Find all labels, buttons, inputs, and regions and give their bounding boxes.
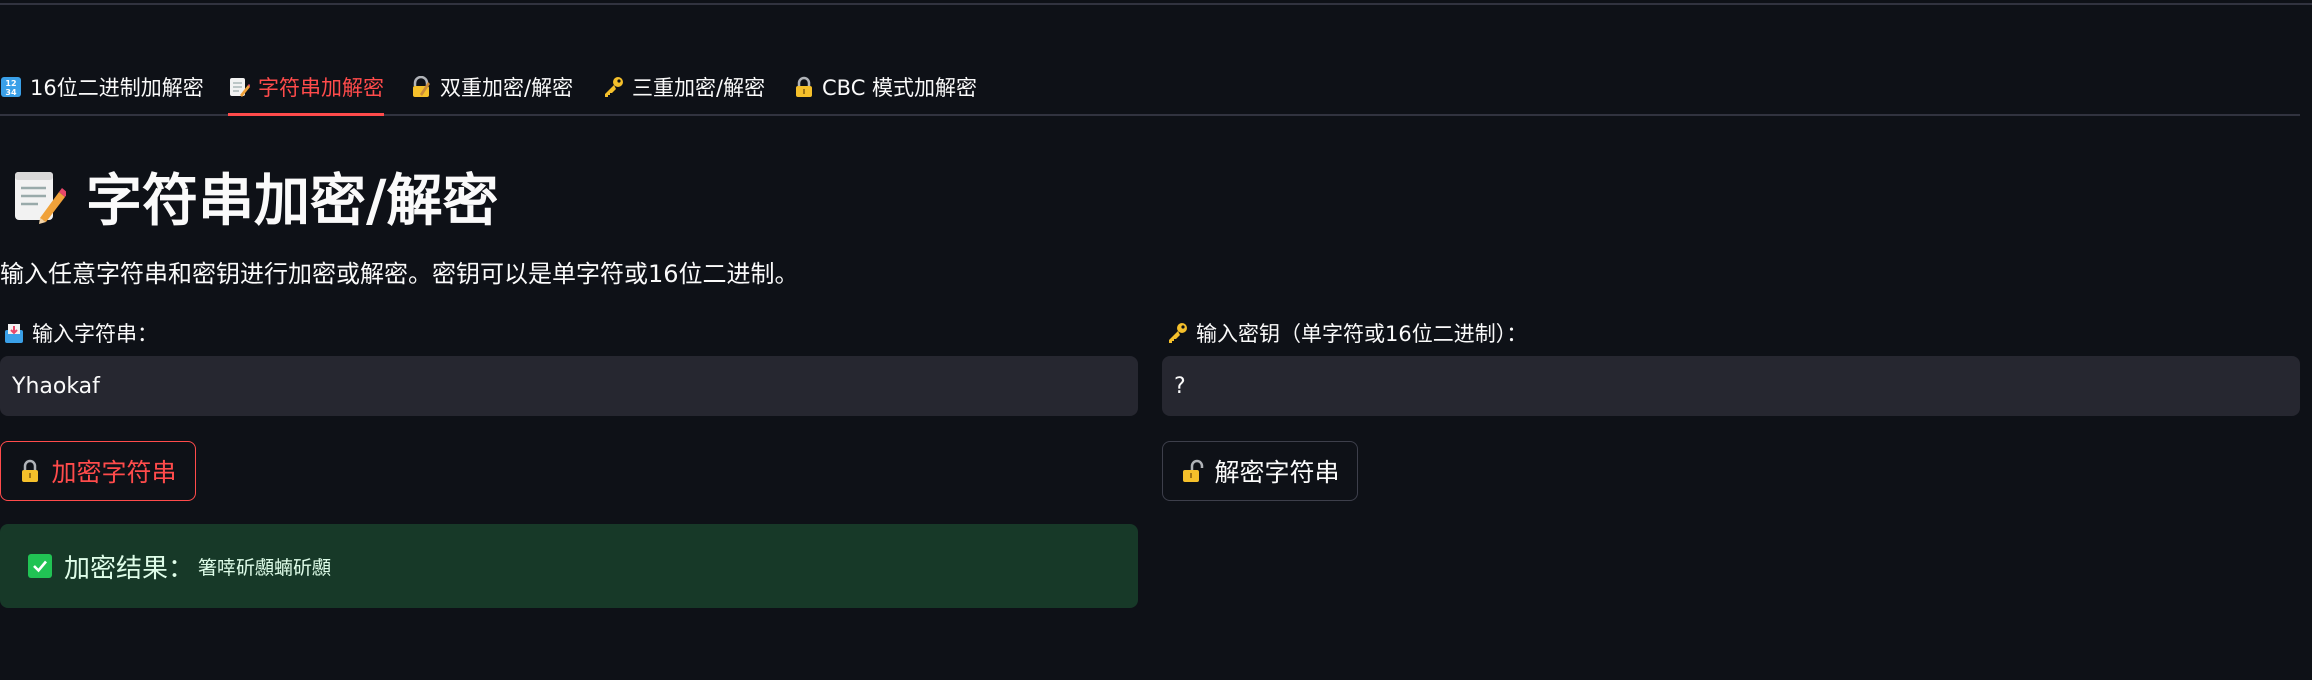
check-mark-icon [28,554,52,578]
unlock-icon [1180,459,1204,483]
key-icon [602,76,624,98]
key-input-label: 输入密钥（单字符或16位二进制）： [1166,318,1527,348]
tab-label: 16位二进制加解密 [30,76,204,100]
key-icon [1166,322,1188,344]
result-label: 加密结果： [64,553,195,584]
svg-text:12: 12 [5,79,16,88]
string-input[interactable]: Yhaokaf [0,356,1138,416]
tab-double-encryption[interactable]: 双重加密/解密 [410,60,573,114]
page-description: 输入任意字符串和密钥进行加密或解密。密钥可以是单字符或16位二进制。 [0,260,799,288]
tab-string[interactable]: 字符串加解密 [228,60,384,116]
encrypt-button-label: 加密字符串 [51,458,177,487]
tab-bar: 12 34 16位二进制加解密 字符串加解密 双重加密/解密 三重加密/解密 CB… [0,60,2300,116]
decrypt-button-label: 解密字符串 [1214,458,1340,487]
tab-label: 三重加密/解密 [632,76,766,100]
tab-label: 双重加密/解密 [440,76,574,100]
svg-text:34: 34 [5,88,17,97]
string-input-label-text: 输入字符串： [32,322,158,346]
lock-with-pen-icon [410,76,432,98]
key-input-label-text: 输入密钥（单字符或16位二进制）： [1196,322,1528,346]
result-value: 箸啈斫䫲蝻斫䫲 [198,556,332,579]
tab-label: CBC 模式加解密 [822,76,978,100]
lock-icon [19,459,41,483]
top-divider [0,3,2312,5]
tab-cbc-mode[interactable]: CBC 模式加解密 [794,60,977,114]
key-input[interactable]: ? [1162,356,2300,416]
page-title-text: 字符串加密/解密 [86,168,499,234]
lock-icon [794,76,814,98]
string-input-label: 输入字符串： [4,318,158,348]
page-title: 字符串加密/解密 [12,160,498,234]
tab-label: 字符串加解密 [258,76,384,100]
inbox-tray-icon [4,322,24,344]
encrypt-button[interactable]: 加密字符串 [0,441,196,501]
memo-icon [228,76,250,98]
tab-triple-encryption[interactable]: 三重加密/解密 [602,60,765,114]
memo-icon [12,168,66,224]
decrypt-button[interactable]: 解密字符串 [1162,441,1358,501]
numbers-icon: 12 34 [0,76,22,98]
tab-binary-16[interactable]: 12 34 16位二进制加解密 [0,60,204,114]
encryption-result-box: 加密结果： 箸啈斫䫲蝻斫䫲 [0,524,1138,608]
